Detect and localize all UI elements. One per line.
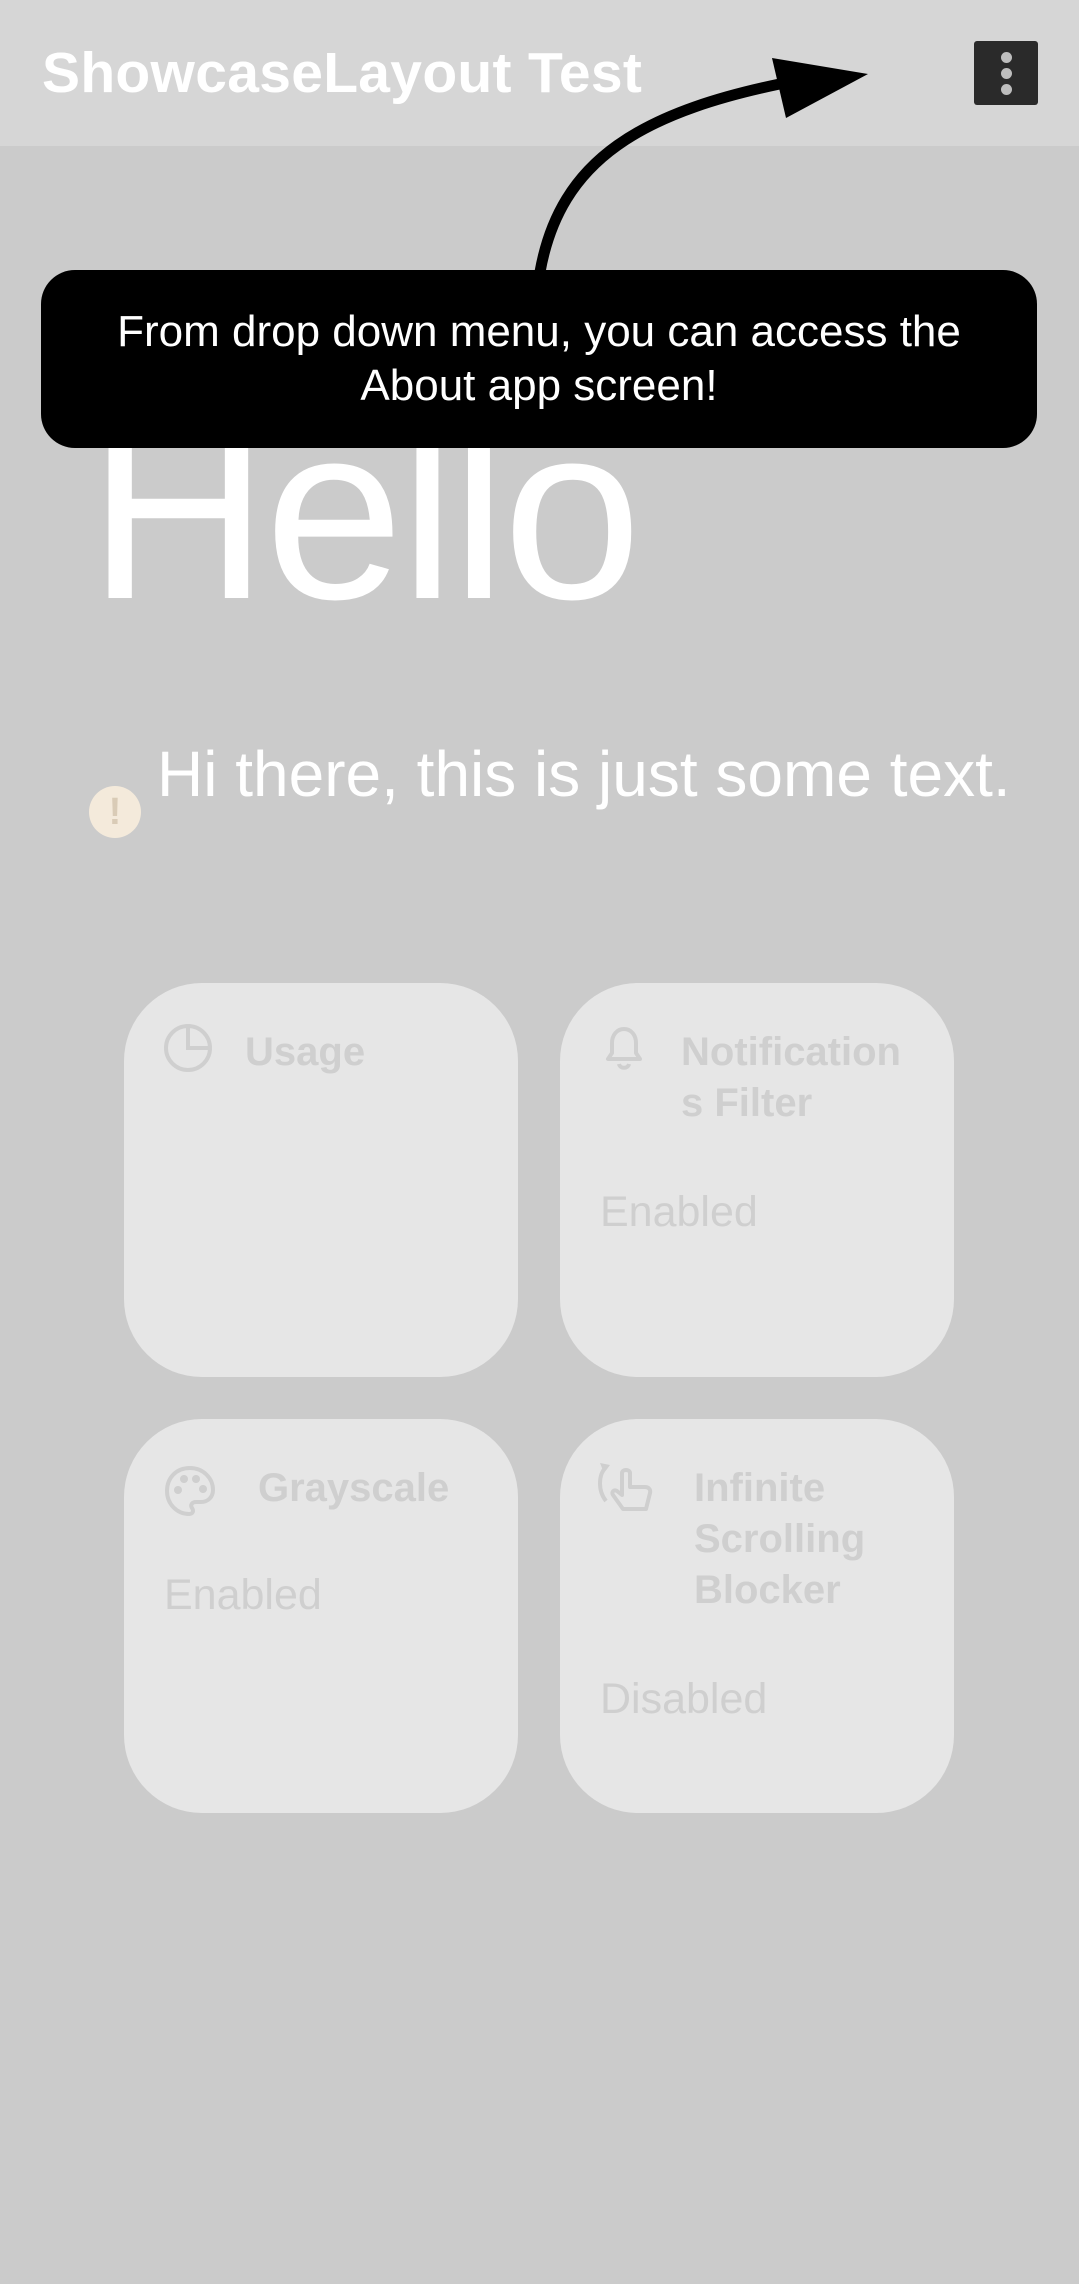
showcase-tooltip[interactable]: From drop down menu, you can access the … [41, 270, 1037, 448]
usage-title: Usage [245, 1030, 366, 1074]
infinite-scrolling-blocker-title-line2: Scrolling [694, 1517, 866, 1561]
infinite-scrolling-blocker-title-line3: Blocker [694, 1568, 841, 1612]
notifications-filter-title: Notification s Filter [681, 1027, 941, 1129]
grayscale-card[interactable]: Grayscale Enabled [124, 1419, 518, 1813]
bell-icon [606, 1027, 642, 1070]
infinite-scrolling-blocker-title: Infinite Scrolling Blocker [694, 1463, 934, 1616]
info-text: Hi there, this is just some text. [157, 738, 1011, 810]
notifications-filter-card[interactable]: Notification s Filter Enabled [560, 983, 954, 1377]
usage-card[interactable]: Usage [124, 983, 518, 1377]
palette-icon [164, 1465, 216, 1517]
notifications-filter-title-line2: s Filter [681, 1081, 813, 1125]
notifications-filter-status: Enabled [600, 1188, 758, 1236]
exclamation-icon: ! [89, 786, 141, 838]
tooltip-text: From drop down menu, you can access the … [117, 307, 961, 410]
notifications-filter-title-line1: Notification [681, 1030, 901, 1074]
infinite-scrolling-blocker-card[interactable]: Infinite Scrolling Blocker Disabled [560, 1419, 954, 1813]
infinite-scrolling-blocker-title-line1: Infinite [694, 1466, 826, 1510]
infinite-scrolling-blocker-status: Disabled [600, 1675, 768, 1723]
showcase-arrow [534, 58, 868, 278]
grayscale-title: Grayscale [258, 1466, 450, 1510]
pie-chart-icon [164, 1024, 212, 1072]
swipe-icon [598, 1463, 653, 1511]
grayscale-status: Enabled [164, 1571, 322, 1619]
